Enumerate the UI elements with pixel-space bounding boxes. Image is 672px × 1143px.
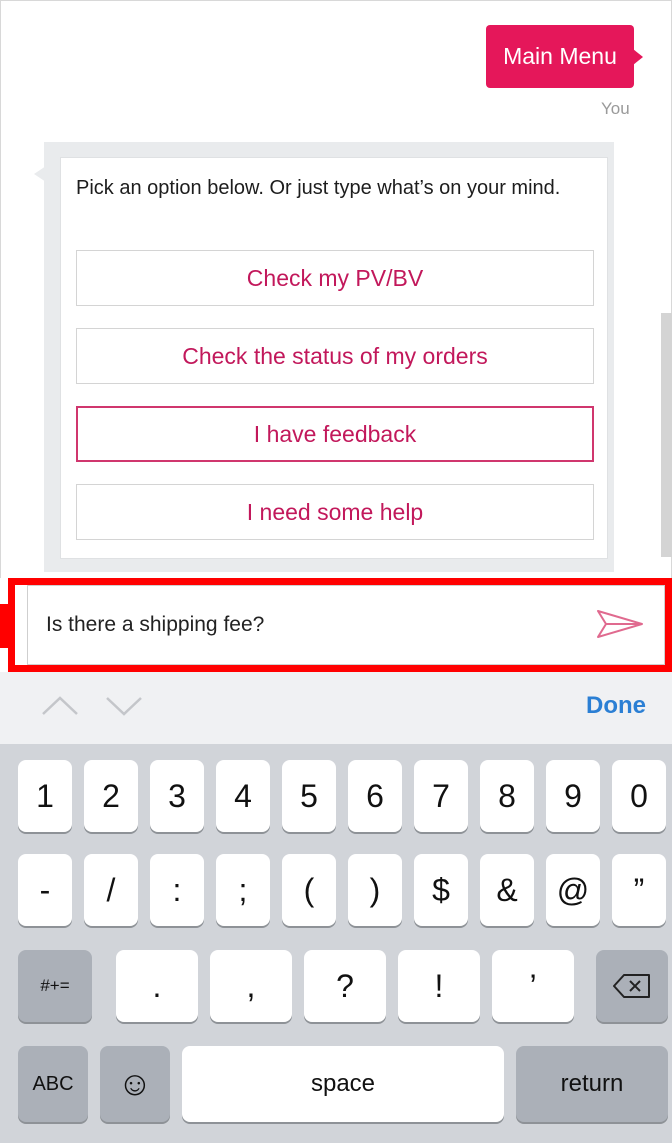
key-open-paren[interactable]: ( <box>282 854 336 926</box>
chevron-down-icon[interactable] <box>104 692 144 720</box>
send-icon[interactable] <box>596 608 644 640</box>
key-3[interactable]: 3 <box>150 760 204 832</box>
key-0[interactable]: 0 <box>612 760 666 832</box>
key-dollar[interactable]: $ <box>414 854 468 926</box>
key-5[interactable]: 5 <box>282 760 336 832</box>
keyboard-accessory-bar: Done <box>0 672 672 744</box>
key-abc[interactable]: ABC <box>18 1046 88 1122</box>
key-2[interactable]: 2 <box>84 760 138 832</box>
message-input[interactable]: Is there a shipping fee? <box>27 585 665 665</box>
key-period[interactable]: . <box>116 950 198 1022</box>
chat-area: Main Menu You Pick an option below. Or j… <box>0 0 672 578</box>
backspace-icon[interactable] <box>596 950 668 1022</box>
key-hyphen[interactable]: - <box>18 854 72 926</box>
key-exclamation[interactable]: ! <box>398 950 480 1022</box>
chevron-up-icon[interactable] <box>40 692 80 720</box>
key-4[interactable]: 4 <box>216 760 270 832</box>
key-1[interactable]: 1 <box>18 760 72 832</box>
key-6[interactable]: 6 <box>348 760 402 832</box>
key-comma[interactable]: , <box>210 950 292 1022</box>
bot-options-card: Pick an option below. Or just type what’… <box>60 157 608 559</box>
key-9[interactable]: 9 <box>546 760 600 832</box>
message-input-highlight: Is there a shipping fee? <box>8 578 672 672</box>
done-button[interactable]: Done <box>586 692 646 720</box>
key-8[interactable]: 8 <box>480 760 534 832</box>
numeric-keyboard: 1 2 3 4 5 6 7 8 9 0 - / : ; ( ) $ & @ ” … <box>0 744 672 1143</box>
backspace-glyph-icon <box>613 974 650 998</box>
key-space[interactable]: space <box>182 1046 504 1122</box>
key-apostrophe[interactable]: ’ <box>492 950 574 1022</box>
key-question[interactable]: ? <box>304 950 386 1022</box>
key-at[interactable]: @ <box>546 854 600 926</box>
key-more-symbols[interactable]: #+= <box>18 950 92 1022</box>
option-feedback[interactable]: I have feedback <box>76 406 594 462</box>
key-quote[interactable]: ” <box>612 854 666 926</box>
key-return[interactable]: return <box>516 1046 668 1122</box>
key-colon[interactable]: : <box>150 854 204 926</box>
chat-scrollbar[interactable] <box>661 313 672 557</box>
key-ampersand[interactable]: & <box>480 854 534 926</box>
key-close-paren[interactable]: ) <box>348 854 402 926</box>
emoji-icon[interactable]: ☺ <box>100 1046 170 1122</box>
key-slash[interactable]: / <box>84 854 138 926</box>
key-semicolon[interactable]: ; <box>216 854 270 926</box>
message-input-text: Is there a shipping fee? <box>46 613 265 636</box>
option-check-order-status[interactable]: Check the status of my orders <box>76 328 594 384</box>
user-message-bubble: Main Menu <box>486 25 643 88</box>
bot-prompt-text: Pick an option below. Or just type what’… <box>76 177 561 199</box>
sender-label: You <box>601 99 630 118</box>
key-7[interactable]: 7 <box>414 760 468 832</box>
option-check-pv-bv[interactable]: Check my PV/BV <box>76 250 594 306</box>
option-need-help[interactable]: I need some help <box>76 484 594 540</box>
